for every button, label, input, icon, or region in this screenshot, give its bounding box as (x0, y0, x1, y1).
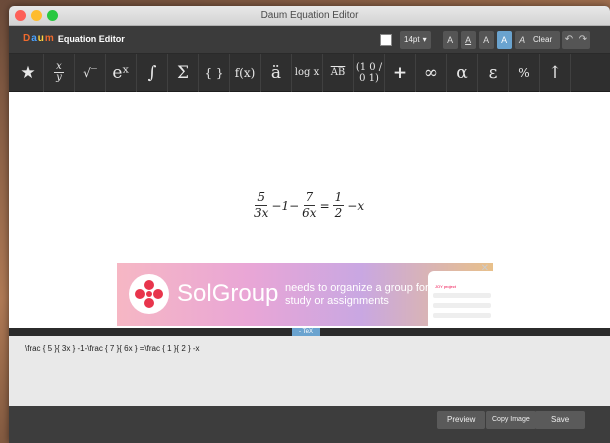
integral-tool[interactable]: ∫ (137, 53, 168, 92)
minimize-window-button[interactable] (31, 10, 42, 21)
equals-sign: = (319, 198, 330, 213)
denominator: 6x (302, 206, 317, 220)
matrix-tool[interactable]: (1 0 / 0 1) (354, 53, 385, 92)
operator: −1− (271, 198, 300, 213)
bottom-bar: Preview Copy Image Save (9, 406, 610, 443)
phone-bar (433, 293, 491, 298)
ad-phone-mockup: JOY project (428, 271, 493, 326)
overline-tool[interactable]: AB (323, 53, 354, 92)
title-bar: Daum Equation Editor (9, 6, 610, 26)
star-icon[interactable]: ★ (13, 53, 44, 92)
equation-canvas[interactable]: 5 3x −1− 7 6x = 12 −x SolGroup needs to or… (9, 92, 610, 328)
sum-tool[interactable]: Σ (168, 53, 199, 92)
close-window-button[interactable] (15, 10, 26, 21)
logo-letter: a (31, 33, 37, 44)
arrow-tool[interactable]: ↑ (540, 53, 571, 92)
fraction: 7 6x (302, 190, 316, 221)
tex-divider: - TeX (9, 328, 610, 336)
denominator: 2 (334, 206, 343, 220)
preview-button[interactable]: Preview (437, 411, 486, 429)
close-icon[interactable]: ✕ (481, 263, 489, 274)
color-swatch[interactable] (380, 34, 392, 46)
bold-button[interactable]: A (442, 31, 458, 49)
infinity-tool[interactable]: ∞ (416, 53, 447, 92)
log-tool[interactable]: log x (292, 53, 323, 92)
equation-preview: 5 3x −1− 7 6x = 12 −x (254, 190, 364, 221)
fraction-icon: xy (54, 62, 64, 83)
symbol-toolbar: ★ xy √‾ eˣ ∫ Σ { } f(x) ä log x AB (1 0 … (9, 53, 610, 92)
phone-bar (433, 303, 491, 308)
tex-source-editor[interactable]: \frac { 5 }{ 3x } -1-\frac { 7 }{ 6x } =… (9, 336, 610, 406)
tex-source-text: \frac { 5 }{ 3x } -1-\frac { 7 }{ 6x } =… (25, 344, 200, 353)
plus-tool[interactable]: + (385, 53, 416, 92)
app-logo: Daum Equation Editor (23, 33, 125, 44)
app-name: Equation Editor (57, 33, 125, 44)
underline-button[interactable]: A (460, 31, 476, 49)
numerator: 7 (303, 190, 316, 206)
percent-tool[interactable]: % (509, 53, 540, 92)
redo-icon[interactable]: ↷ (576, 31, 590, 49)
fraction-tool[interactable]: xy (44, 53, 75, 92)
window-title: Daum Equation Editor (260, 10, 359, 21)
advertisement-banner[interactable]: SolGroup needs to organize a group for s… (117, 263, 493, 326)
logo-letter: m (44, 33, 54, 44)
save-button[interactable]: Save (535, 411, 586, 429)
solgroup-logo-icon (129, 274, 169, 314)
tex-toggle-tab[interactable]: - TeX (292, 328, 320, 336)
fraction: 5 3x (254, 190, 268, 221)
font-size-value: 14pt (404, 35, 420, 44)
function-tool[interactable]: f(x) (230, 53, 261, 92)
brand-bar: Daum Equation Editor 14pt ▾ A A A A A Cle… (9, 26, 610, 54)
font-size-select[interactable]: 14pt ▾ (400, 31, 431, 49)
sqrt-tool[interactable]: √‾ (75, 53, 106, 92)
app-window: Daum Equation Editor Daum Equation Edito… (9, 6, 610, 443)
text-style-button[interactable]: A (478, 31, 494, 49)
numerator: 5 (255, 190, 268, 206)
clear-button[interactable]: Clear (525, 31, 561, 49)
undo-redo-group: ↶ ↷ (562, 31, 590, 49)
accent-tool[interactable]: ä (261, 53, 292, 92)
copy-image-button[interactable]: Copy Image (486, 411, 536, 429)
epsilon-tool[interactable]: ε (478, 53, 509, 92)
chevron-down-icon: ▾ (422, 35, 427, 44)
operator: −x (347, 198, 365, 213)
phone-bar (433, 313, 491, 318)
fraction: 12 (332, 190, 345, 221)
phone-title: JOY project (435, 284, 456, 289)
logo-letter: u (37, 33, 44, 44)
brackets-tool[interactable]: { } (199, 53, 230, 92)
format-controls: 14pt ▾ A A A A A (380, 31, 530, 49)
ad-text: needs to organize a group for study or a… (285, 282, 429, 307)
ad-brand: SolGroup (177, 280, 279, 307)
exponent-tool[interactable]: eˣ (106, 53, 137, 92)
text-style-active-button[interactable]: A (496, 31, 512, 49)
maximize-window-button[interactable] (47, 10, 58, 21)
denominator: 3x (254, 206, 269, 220)
undo-icon[interactable]: ↶ (562, 31, 576, 49)
numerator: 1 (332, 190, 345, 206)
logo-letter: D (23, 33, 31, 44)
alpha-tool[interactable]: α (447, 53, 478, 92)
